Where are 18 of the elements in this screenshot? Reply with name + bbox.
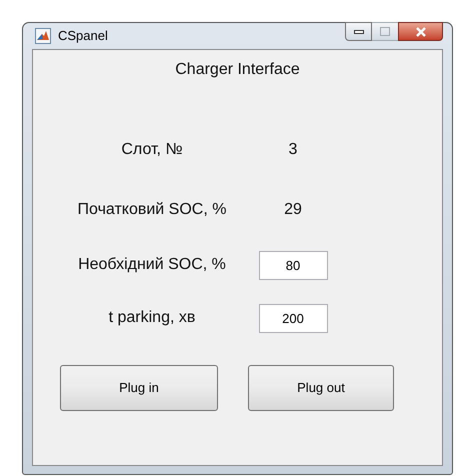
minimize-icon [354, 30, 364, 34]
minimize-button[interactable] [345, 22, 372, 41]
input-field[interactable]: 80 [258, 250, 328, 280]
action-button[interactable]: Plug in [60, 365, 218, 411]
maximize-icon [380, 27, 390, 36]
app-icon [35, 28, 51, 44]
value-text: 3 [288, 140, 298, 160]
window-title: CSpanel [58, 27, 108, 46]
close-icon [414, 26, 426, 36]
action-button[interactable]: Plug out [248, 365, 394, 411]
close-button[interactable] [398, 22, 443, 41]
value-text: 29 [284, 200, 302, 220]
input-field[interactable]: 200 [258, 304, 328, 332]
field-label: Слот, № [121, 141, 183, 158]
field-label: Необхідний SOC, % [78, 256, 226, 273]
field-label: Початковий SOC, % [78, 201, 226, 218]
panel-heading: Charger Interface [174, 60, 301, 80]
field-label: t parking, хв [108, 309, 196, 326]
